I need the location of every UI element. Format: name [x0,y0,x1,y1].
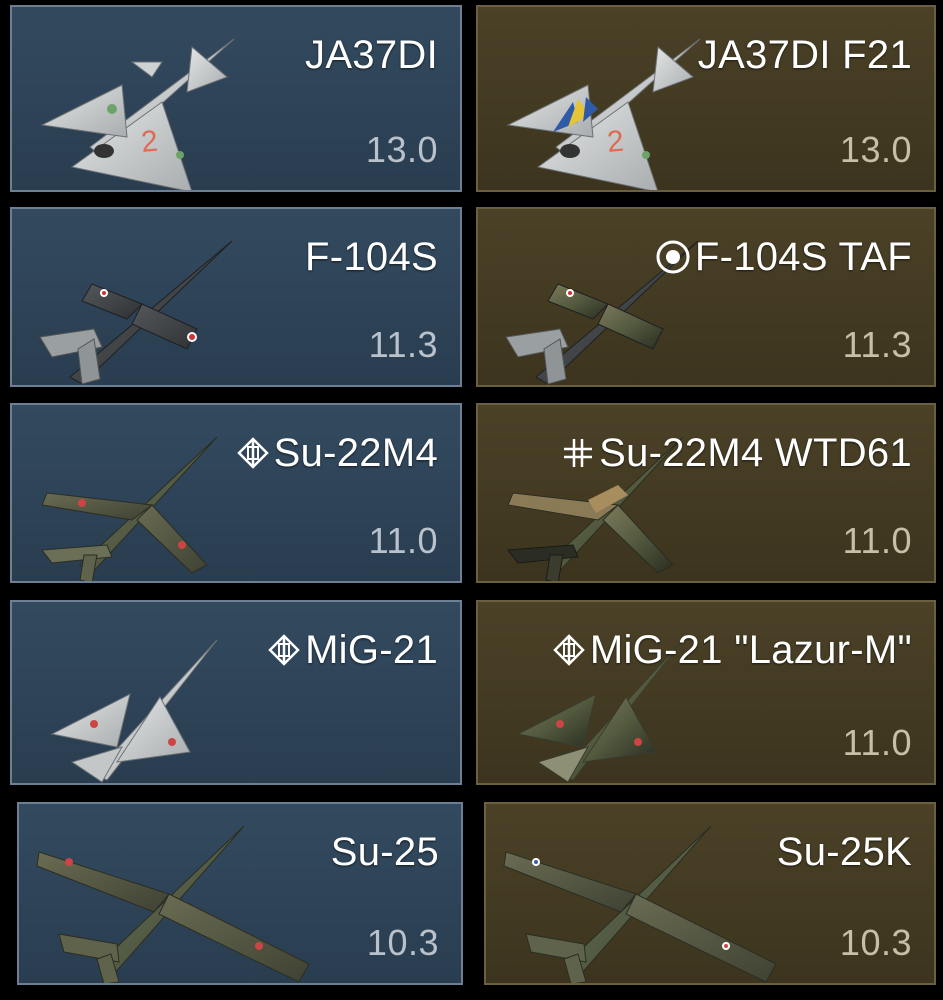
vehicle-card-f104s-taf[interactable]: F-104S TAF 11.3 [476,207,936,387]
battle-rating: 10.3 [839,922,912,963]
vehicle-name: JA37DI F21 [697,33,912,77]
vehicle-name: F-104S [305,235,438,279]
vehicle-card-ja37di[interactable]: 2 JA37DI 13.0 [10,5,462,192]
f104-jet-icon [505,240,699,385]
vehicle-card-mig21-lazur-m[interactable]: MiG-21 "Lazur-M" 11.0 [476,600,936,785]
vehicle-name: Su-25K [776,830,912,874]
vehicle-card-ja37di-f21[interactable]: 2 JA37DI F21 13.0 [476,5,936,192]
vehicle-name: MiG-21 "Lazur-M" [552,630,912,670]
vehicle-name: MiG-21 [267,630,438,670]
vehicle-card-f104s[interactable]: F-104S 11.3 [10,207,462,387]
warsaw-pact-icon [268,634,300,666]
ja37-delta-jet-icon: 2 [506,38,701,190]
vehicle-name: Su-22M4 [236,433,438,473]
vehicle-card-su22m4-wtd61[interactable]: Su-22M4 WTD61 11.0 [476,403,936,583]
battle-rating: 11.0 [368,520,438,561]
vehicle-card-su22m4[interactable]: Su-22M4 11.0 [10,403,462,583]
f104-jet-icon [39,240,233,385]
vehicle-name: Su-25 [330,830,439,874]
vehicle-card-su25[interactable]: Su-25 10.3 [17,802,463,985]
su25-attack-jet-icon [36,825,310,983]
vehicle-name: Su-22M4 WTD61 [561,433,912,473]
vehicle-card-su25k[interactable]: Su-25K 10.3 [484,802,936,985]
bundeswehr-cross-icon [564,439,593,467]
battle-rating: 11.0 [842,722,912,763]
vehicle-name: JA37DI [305,33,438,77]
battle-rating: 11.3 [368,324,438,365]
vehicle-card-mig21[interactable]: MiG-21 [10,600,462,785]
battle-rating: 10.3 [366,922,439,963]
italy-roundel-icon [656,240,690,274]
vehicle-name: F-104S TAF [655,237,912,277]
warsaw-pact-icon [236,437,269,469]
su25-attack-jet-icon [503,825,777,983]
battle-rating: 11.3 [842,324,912,365]
mig21-delta-jet-icon [50,639,218,783]
svg-text:2: 2 [140,125,160,159]
su22-swingwing-jet-icon [41,436,218,581]
battle-rating: 13.0 [365,129,438,170]
ja37-delta-jet-icon: 2 [40,38,235,190]
battle-rating: 13.0 [839,129,912,170]
warsaw-pact-icon [553,634,585,666]
svg-text:2: 2 [606,125,626,159]
battle-rating: 11.0 [842,520,912,561]
